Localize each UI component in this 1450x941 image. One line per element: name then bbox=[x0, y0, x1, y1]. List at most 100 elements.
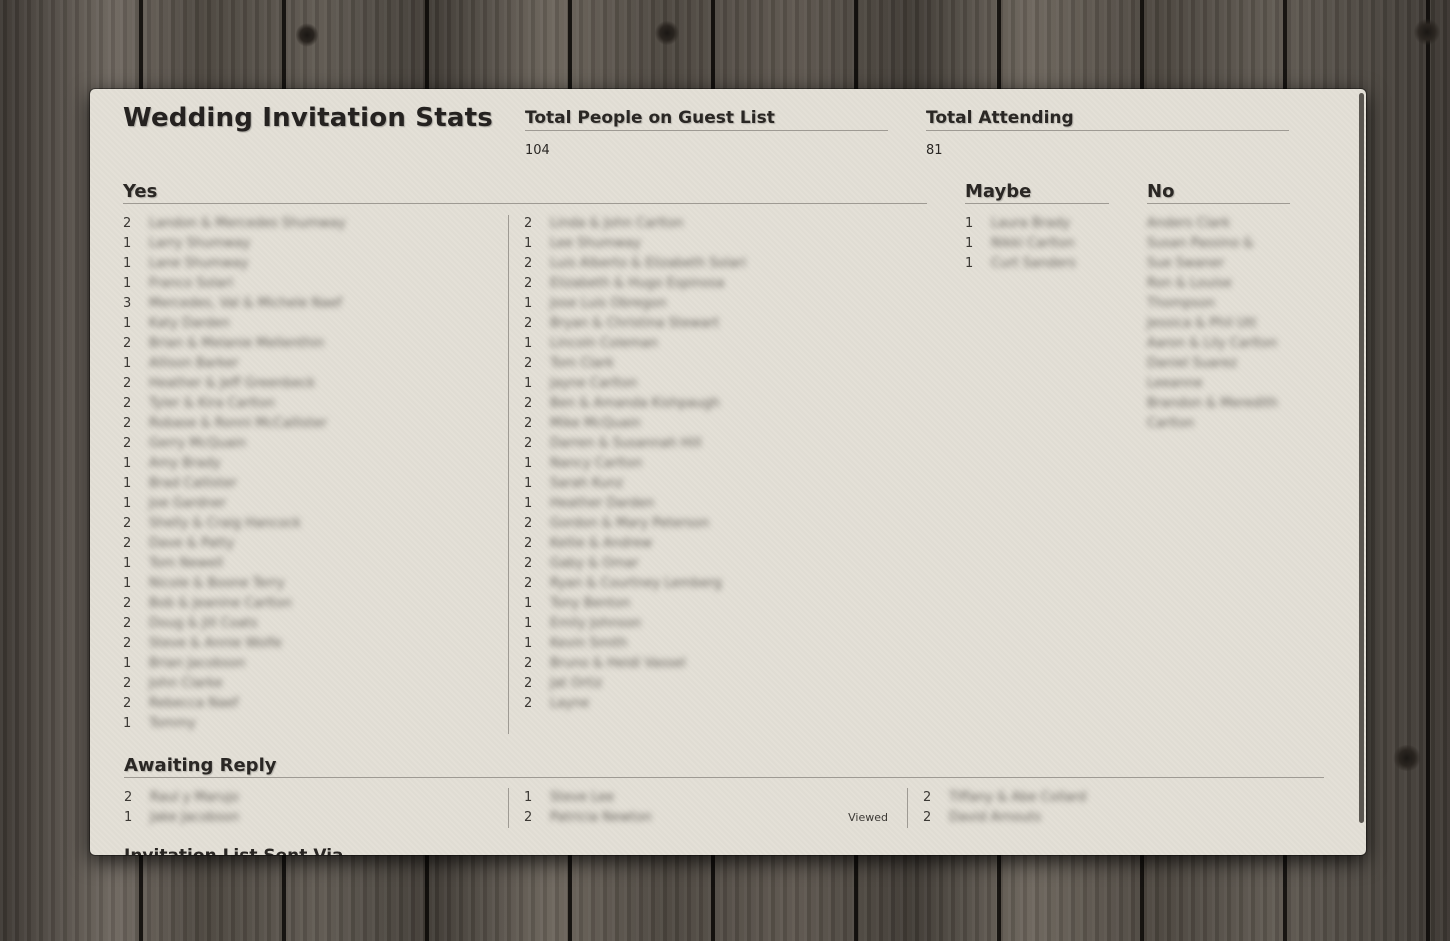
guest-name: Kevin Smith bbox=[550, 636, 628, 651]
guest-count: 1 bbox=[123, 496, 132, 511]
guest-count: 2 bbox=[524, 396, 533, 411]
guest-count: 1 bbox=[524, 790, 533, 805]
guest-count: 2 bbox=[123, 616, 132, 631]
guest-name: Sue Swaner bbox=[1147, 256, 1225, 271]
guest-count: 2 bbox=[123, 596, 132, 611]
guest-count: 1 bbox=[524, 636, 533, 651]
guest-count: 2 bbox=[923, 810, 932, 825]
guest-count: 2 bbox=[524, 676, 533, 691]
guest-name: Heather & Jeff Greenbeck bbox=[149, 376, 316, 391]
declined-row: Carlton bbox=[1147, 414, 1293, 434]
guest-name: Lane Shumway bbox=[149, 256, 249, 271]
guest-row: 1 Laura Brady bbox=[965, 214, 1109, 234]
guest-name: Jake Jacobson bbox=[150, 810, 240, 825]
no-list: Anders Clark Susan Passino & Sue Swaner Ron… bbox=[1147, 214, 1293, 434]
guest-row: 1 Sarah Kunz bbox=[524, 474, 894, 494]
attending-value: 81 bbox=[926, 143, 943, 158]
guest-count: 2 bbox=[524, 256, 533, 271]
guest-row: 1 Tom Newell bbox=[123, 554, 493, 574]
guest-name: Elizabeth & Hugo Espinosa bbox=[550, 276, 725, 291]
guest-name: Aaron & Lily Carlton bbox=[1147, 336, 1278, 351]
page-title: Wedding Invitation Stats bbox=[123, 103, 493, 133]
guest-name: Gordon & Mary Peterson bbox=[550, 516, 710, 531]
yes-list-col1: 2 Landon & Mercedes Shumway 1 Larry Shumway… bbox=[123, 214, 493, 734]
guest-row: 2 David Arnouts bbox=[923, 808, 1293, 828]
guest-name: Amy Brady bbox=[149, 456, 221, 471]
guest-row: 2 Bruno & Heidi Vassel bbox=[524, 654, 894, 674]
guest-count: 1 bbox=[524, 596, 533, 611]
guest-count: 1 bbox=[524, 476, 533, 491]
guest-name: Leeanne bbox=[1147, 376, 1203, 391]
attending-stat: Total Attending 81 bbox=[926, 108, 1289, 158]
guest-row: 1 Katy Darden bbox=[123, 314, 493, 334]
column-divider bbox=[508, 788, 509, 828]
guest-name: Doug & Jill Coats bbox=[149, 616, 258, 631]
guest-row: 2 Mike McQuain bbox=[524, 414, 894, 434]
guest-row: 1 Jose Luis Obregon bbox=[524, 294, 894, 314]
guest-name: Gerry McQuain bbox=[149, 436, 247, 451]
guest-count: 1 bbox=[123, 356, 132, 371]
scrollbar[interactable] bbox=[1359, 93, 1364, 823]
guest-name: Nikki Carlton bbox=[991, 236, 1075, 251]
guest-count: 3 bbox=[123, 296, 132, 311]
guest-row: 2 Ryan & Courtney Lemberg bbox=[524, 574, 894, 594]
column-divider bbox=[907, 788, 908, 828]
wood-knot-decoration bbox=[655, 20, 679, 46]
declined-row: Thompson bbox=[1147, 294, 1293, 314]
guest-count: 1 bbox=[524, 296, 533, 311]
guest-name: Raul y Marujo bbox=[150, 790, 239, 805]
guest-count: 2 bbox=[524, 316, 533, 331]
guest-name: Steve Lee bbox=[550, 790, 615, 805]
guest-count: 1 bbox=[123, 256, 132, 271]
guest-count: 2 bbox=[524, 576, 533, 591]
guest-name: Bob & Jeanine Carlton bbox=[149, 596, 292, 611]
guest-row: 2 Tiffany & Abe Collard bbox=[923, 788, 1293, 808]
guest-row: 1 Nikki Carlton bbox=[965, 234, 1109, 254]
viewed-status: Viewed bbox=[848, 811, 888, 824]
guest-name: Nancy Carlton bbox=[550, 456, 643, 471]
guest-name: Steve & Annie Wolfe bbox=[149, 636, 282, 651]
declined-row: Sue Swaner bbox=[1147, 254, 1293, 274]
guest-row: 1 Kevin Smith bbox=[524, 634, 894, 654]
guest-name: Tom Clark bbox=[550, 356, 615, 371]
guest-row: 2 Doug & Jill Coats bbox=[123, 614, 493, 634]
guest-count: 2 bbox=[123, 696, 132, 711]
guest-name: Kellie & Andrew bbox=[550, 536, 653, 551]
declined-row: Daniel Suarez bbox=[1147, 354, 1293, 374]
guest-count: 2 bbox=[524, 556, 533, 571]
guest-name: Susan Passino & bbox=[1147, 236, 1254, 251]
guest-name: David Arnouts bbox=[949, 810, 1041, 825]
guest-name: Franco Solari bbox=[149, 276, 234, 291]
guest-row: 2 Kellie & Andrew bbox=[524, 534, 894, 554]
guest-count: 2 bbox=[524, 276, 533, 291]
guest-row: 1 Brad Callister bbox=[123, 474, 493, 494]
column-divider bbox=[508, 215, 509, 734]
guest-count: 1 bbox=[123, 476, 132, 491]
guest-row: 2 Landon & Mercedes Shumway bbox=[123, 214, 493, 234]
declined-row: Brandon & Meredith bbox=[1147, 394, 1293, 414]
guest-name: Luis Alberto & Elizabeth Solari bbox=[550, 256, 747, 271]
declined-row: Leeanne bbox=[1147, 374, 1293, 394]
guest-name: Daniel Suarez bbox=[1147, 356, 1237, 371]
guest-name: Shelly & Craig Hancock bbox=[149, 516, 301, 531]
guest-count: 2 bbox=[524, 536, 533, 551]
guest-count: 1 bbox=[123, 456, 132, 471]
guest-list-stat: Total People on Guest List 104 bbox=[525, 108, 888, 158]
guest-count: 2 bbox=[524, 416, 533, 431]
guest-count: 2 bbox=[123, 376, 132, 391]
guest-name: Emily Johnson bbox=[550, 616, 642, 631]
guest-row: 2 Shelly & Craig Hancock bbox=[123, 514, 493, 534]
guest-row: 1 Lane Shumway bbox=[123, 254, 493, 274]
guest-name: Gaby & Omar bbox=[550, 556, 639, 571]
guest-row: 2 Layne bbox=[524, 694, 894, 714]
guest-count: 2 bbox=[524, 436, 533, 451]
guest-row: 1 Joe Gardner bbox=[123, 494, 493, 514]
guest-row: 2 Dave & Patty bbox=[123, 534, 493, 554]
guest-name: Nicole & Boone Terry bbox=[149, 576, 285, 591]
guest-row: 2 Gaby & Omar bbox=[524, 554, 894, 574]
no-heading: No bbox=[1147, 181, 1290, 204]
maybe-list: 1 Laura Brady 1 Nikki Carlton 1 Curt Sanders bbox=[965, 214, 1109, 274]
guest-count: 2 bbox=[123, 516, 132, 531]
guest-name: Tony Benton bbox=[550, 596, 631, 611]
guest-count: 2 bbox=[524, 810, 533, 825]
